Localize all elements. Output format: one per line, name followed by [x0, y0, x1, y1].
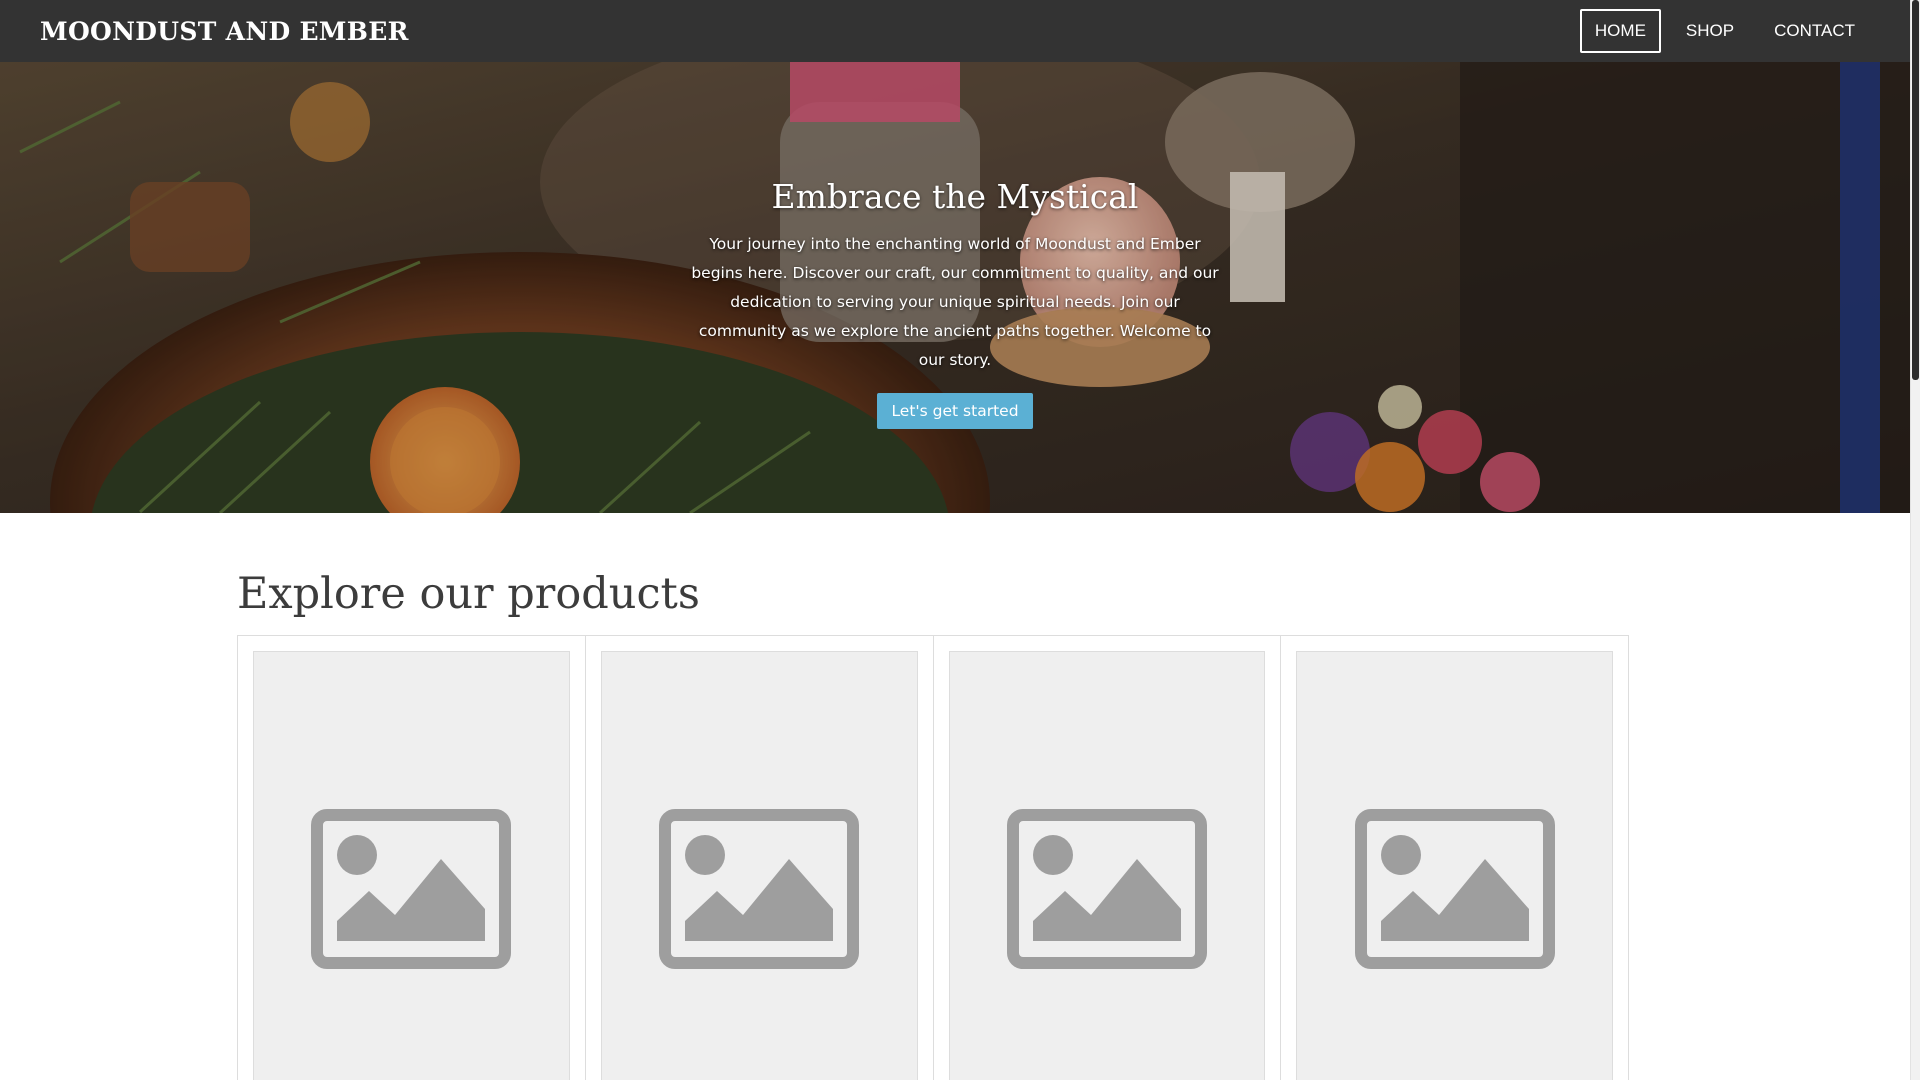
get-started-button[interactable]: Let's get started	[877, 393, 1033, 429]
nav-home[interactable]: HOME	[1579, 9, 1661, 53]
product-image-placeholder[interactable]	[600, 651, 918, 1080]
brand-logo-text[interactable]: MOONDUST AND EMBER	[40, 17, 409, 46]
image-placeholder-icon	[659, 809, 860, 969]
image-placeholder-icon	[1006, 809, 1207, 969]
hero-title: Embrace the Mystical	[771, 177, 1139, 216]
hero-banner: Embrace the Mystical Your journey into t…	[0, 62, 1910, 513]
product-image-placeholder[interactable]	[948, 651, 1266, 1080]
hero-description: Your journey into the enchanting world o…	[691, 235, 1219, 369]
hero-content: Embrace the Mystical Your journey into t…	[0, 177, 1910, 429]
products-heading: Explore our products	[237, 569, 700, 619]
products-grid	[237, 635, 1629, 1080]
nav-shop[interactable]: SHOP	[1671, 9, 1749, 53]
product-card[interactable]	[586, 636, 934, 1080]
page-scrollbar[interactable]	[1910, 0, 1920, 1080]
main-nav: HOME SHOP CONTACT	[1579, 9, 1870, 53]
page: MOONDUST AND EMBER HOME SHOP CONTACT Emb…	[0, 0, 1910, 1080]
product-card[interactable]	[238, 636, 586, 1080]
image-placeholder-icon	[311, 809, 512, 969]
product-image-placeholder[interactable]	[253, 651, 570, 1080]
scrollbar-thumb[interactable]	[1912, 0, 1919, 380]
image-placeholder-icon	[1354, 809, 1555, 969]
product-card[interactable]	[1281, 636, 1628, 1080]
nav-contact[interactable]: CONTACT	[1759, 9, 1870, 53]
site-header: MOONDUST AND EMBER HOME SHOP CONTACT	[0, 0, 1910, 62]
product-image-placeholder[interactable]	[1296, 651, 1613, 1080]
products-section: Explore our products	[237, 569, 1629, 1080]
product-card[interactable]	[934, 636, 1282, 1080]
